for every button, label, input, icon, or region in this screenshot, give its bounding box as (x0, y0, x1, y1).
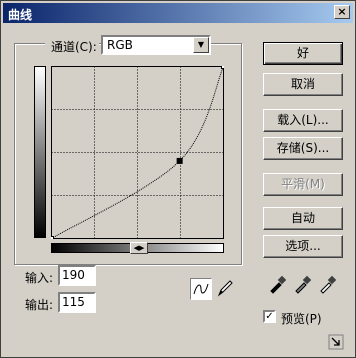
channel-label-bg: 通道(C): (45, 35, 99, 55)
pencil-icon[interactable] (215, 278, 237, 300)
title-bar[interactable]: 曲线 × (3, 3, 353, 23)
white-eyedropper-icon[interactable] (318, 274, 338, 294)
channel-value: RGB (107, 38, 133, 52)
gradient-toggle-icon[interactable]: ◀▶ (130, 242, 148, 254)
output-label: 输出: (25, 298, 54, 312)
curve-tool-glyph (193, 283, 209, 295)
smooth-label: 平滑(M) (281, 177, 325, 191)
curve-point[interactable] (221, 66, 225, 69)
preview-label[interactable]: 预览(P) (281, 310, 322, 327)
smooth-button: 平滑(M) (263, 173, 343, 196)
expand-view-icon[interactable] (328, 334, 344, 350)
auto-button[interactable]: 自动 (263, 207, 343, 230)
window-title: 曲线 (8, 8, 33, 22)
ok-button[interactable]: 好 (263, 42, 343, 65)
curve-point[interactable] (176, 157, 183, 164)
pencil-glyph (217, 280, 233, 297)
cancel-button[interactable]: 取消 (263, 73, 343, 96)
channel-label: 通道(C): (51, 40, 97, 54)
curve-graph[interactable] (51, 66, 224, 239)
load-button[interactable]: 载入(L)... (263, 109, 343, 132)
save-button[interactable]: 存储(S)... (263, 137, 343, 160)
graph-border (51, 66, 224, 239)
gray-eyedropper-icon[interactable] (293, 274, 313, 294)
input-field[interactable]: 190 (58, 265, 96, 286)
channel-select[interactable]: RGB ▼ (101, 35, 211, 55)
preview-checkbox[interactable]: ✓ (263, 310, 276, 323)
output-field[interactable]: 115 (58, 292, 96, 313)
curve-tool-icon[interactable] (190, 278, 212, 300)
input-label: 输入: (25, 271, 54, 285)
chevron-down-icon[interactable]: ▼ (193, 37, 209, 53)
output-gradient-bar (34, 66, 46, 238)
close-button[interactable]: × (334, 5, 350, 19)
options-button[interactable]: 选项... (263, 235, 343, 258)
curve-point[interactable] (51, 236, 54, 240)
black-eyedropper-icon[interactable] (268, 274, 288, 294)
curves-dialog: 曲线 × 通道(C): RGB ▼ ◀▶ 输入: 190 输出: 115 好 取… (0, 0, 356, 358)
